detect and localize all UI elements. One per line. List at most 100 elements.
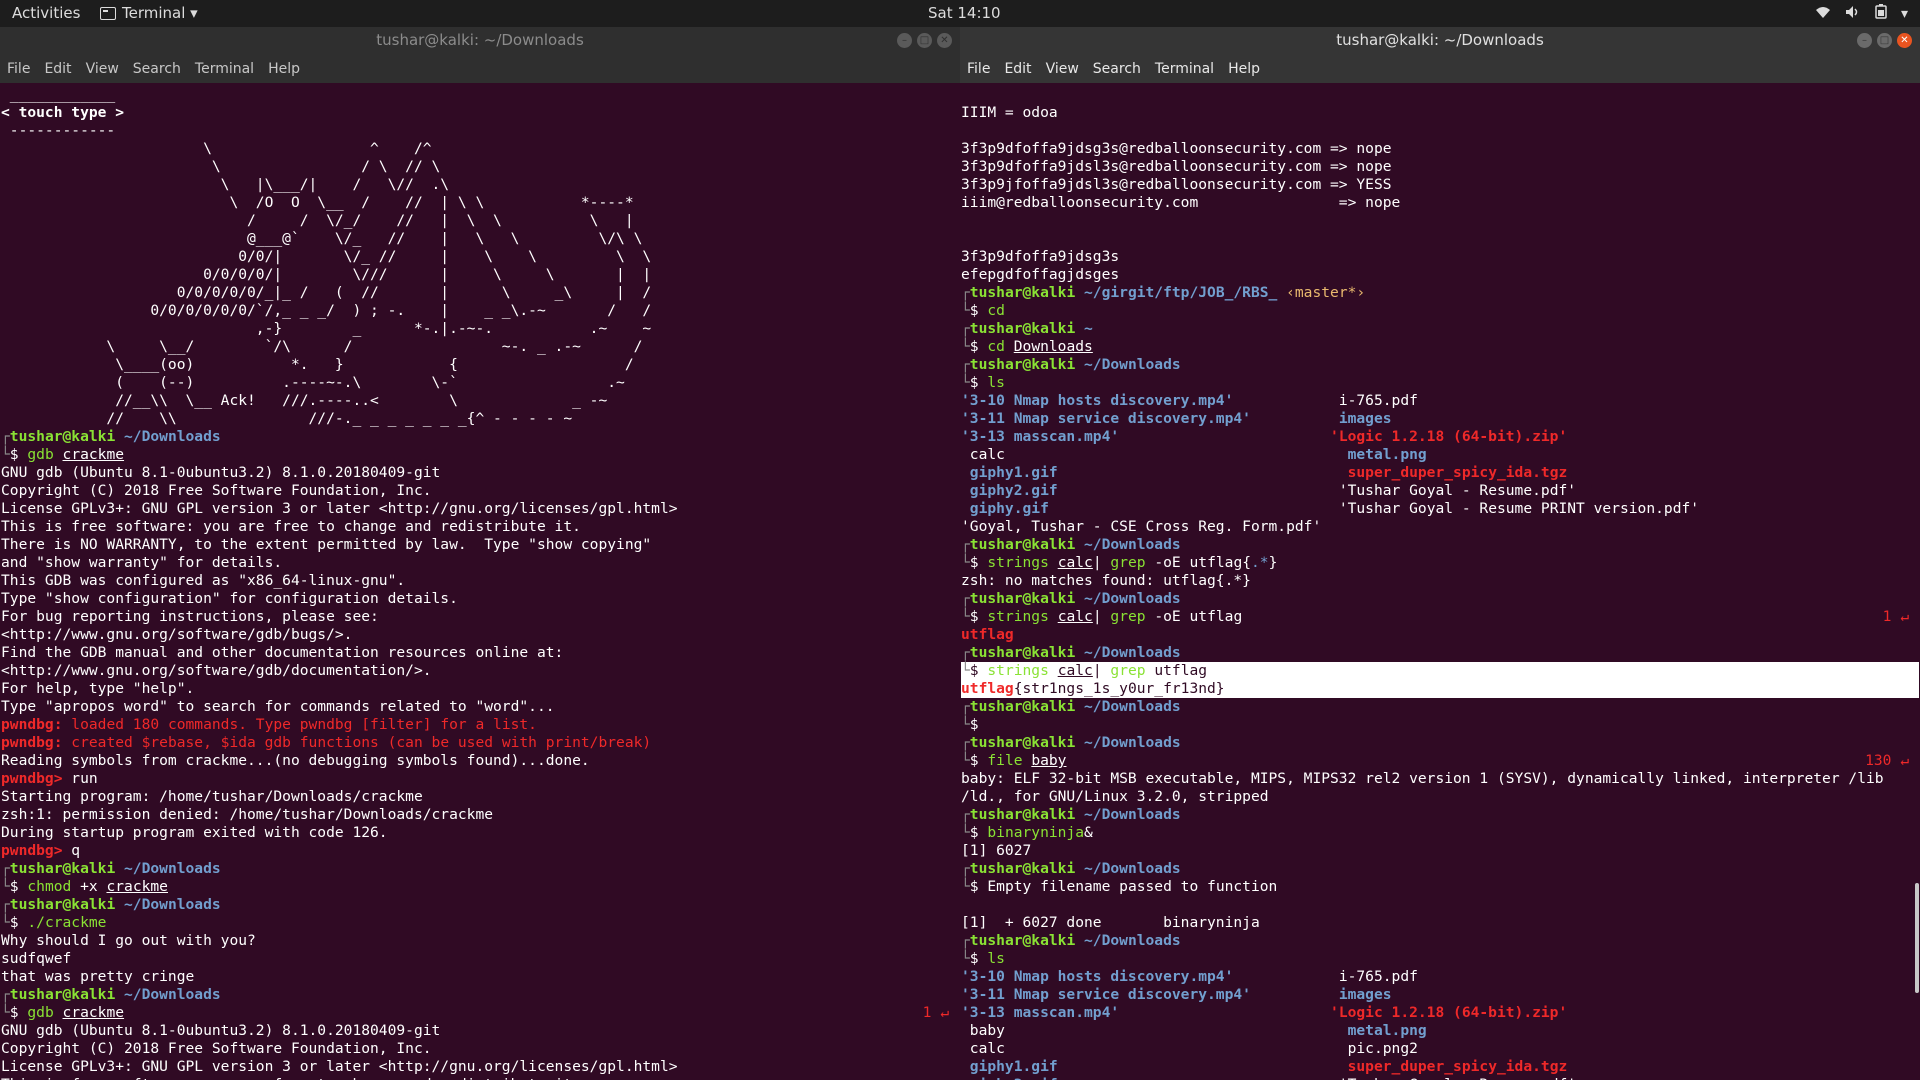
terminal-text: ( (--) .----~-.\ \-` .~ — [1, 374, 625, 391]
battery-icon[interactable] — [1875, 4, 1887, 23]
terminal-text: strings — [987, 608, 1049, 625]
terminal-line: └$ cd — [961, 302, 1919, 320]
menu-search[interactable]: Search — [132, 59, 182, 79]
terminal-text: giphy2.gif — [961, 482, 1058, 499]
system-menu-chevron-down-icon[interactable]: ▾ — [1901, 6, 1908, 22]
terminal-text: 0/0/0/0/0/_|_ / ( // | \ _\ | / — [1, 284, 652, 301]
terminal-line: For help, type "help". — [1, 680, 959, 698]
terminal-output[interactable]: ____________ < touch type > ------------ … — [0, 83, 960, 1080]
terminal-text: 0/0/0/0/0/0/`/,_ _ _/ ) ; -. | _ _\.-~ /… — [1, 302, 652, 319]
terminal-text: ~/Downloads — [115, 986, 221, 1003]
terminal-window-right[interactable]: tushar@kalki: ~/Downloads – □ ✕ File Edi… — [960, 27, 1920, 1080]
terminal-text: $ — [969, 716, 988, 733]
terminal-window-left[interactable]: tushar@kalki: ~/Downloads – □ ✕ File Edi… — [0, 27, 960, 1080]
terminal-text: GNU gdb (Ubuntu 8.1-0ubuntu3.2) 8.1.0.20… — [1, 1022, 441, 1039]
terminal-line: ┌tushar@kalki ~ — [961, 320, 1919, 338]
terminal-text: utflag — [961, 680, 1014, 697]
terminal-line: GNU gdb (Ubuntu 8.1-0ubuntu3.2) 8.1.0.20… — [1, 464, 959, 482]
terminal-text: 'Tushar Goyal - Resume.pdf' — [1338, 482, 1577, 499]
terminal-text: <http://www.gnu.org/software/gdb/documen… — [1, 662, 432, 679]
terminal-text: '3-13 masscan.mp4' — [961, 428, 1120, 445]
menu-edit[interactable]: Edit — [1003, 59, 1032, 79]
menu-edit[interactable]: Edit — [43, 59, 72, 79]
titlebar[interactable]: tushar@kalki: ~/Downloads – □ ✕ — [0, 27, 960, 54]
minimize-icon[interactable]: – — [1857, 33, 1872, 48]
app-menu-terminal[interactable]: Terminal ▾ — [100, 4, 198, 22]
terminal-text: 3f3p9dfoffa9jdsg3s — [961, 248, 1120, 265]
menu-file[interactable]: File — [966, 59, 991, 79]
scrollbar-thumb[interactable] — [1915, 883, 1919, 993]
terminal-text: ┌ — [961, 284, 970, 301]
terminal-text: $ — [9, 1004, 28, 1021]
terminal-line: '3-10 Nmap hosts discovery.mp4' i-765.pd… — [961, 392, 1919, 410]
terminal-text: ┌ — [961, 356, 970, 373]
menu-help[interactable]: Help — [267, 59, 301, 79]
terminal-text: grep — [1110, 662, 1146, 679]
terminal-text: i-765.pdf — [1338, 392, 1418, 409]
terminal-line: baby: ELF 32-bit MSB executable, MIPS, M… — [961, 770, 1919, 788]
terminal-line: giphy2.gif 'Tushar Goyal - Resume.pdf' — [961, 482, 1919, 500]
titlebar[interactable]: tushar@kalki: ~/Downloads – □ ✕ — [960, 27, 1920, 54]
terminal-text: For help, type "help". — [1, 680, 195, 697]
terminal-line: pwndbg> run — [1, 770, 959, 788]
terminal-line: baby metal.png — [961, 1022, 1919, 1040]
close-icon[interactable]: ✕ — [1897, 33, 1912, 48]
terminal-text: ~/Downloads — [115, 896, 221, 913]
terminal-text: $ — [9, 878, 28, 895]
terminal-line: ┌tushar@kalki ~/Downloads — [1, 986, 959, 1004]
terminal-text: [1] 6027 — [961, 842, 1032, 859]
terminal-line: 3f3p9jfoffa9jdsl3s@redballoonsecurity.co… — [961, 176, 1919, 194]
scrollbar[interactable] — [1912, 83, 1920, 1080]
maximize-icon[interactable]: □ — [917, 33, 932, 48]
menu-view[interactable]: View — [85, 59, 120, 79]
terminal-text: ┌ — [961, 536, 970, 553]
volume-icon[interactable] — [1845, 5, 1861, 23]
terminal-text: [1] + 6027 done binaryninja — [961, 914, 1260, 931]
clock[interactable]: Sat 14:10 — [928, 4, 1001, 22]
terminal-text: \____(oo) *. } { / — [1, 356, 634, 373]
terminal-text: ┌ — [961, 320, 970, 337]
system-tray[interactable]: ▾ — [1815, 4, 1908, 23]
menubar: File Edit View Search Terminal Help — [960, 54, 1920, 83]
menu-help[interactable]: Help — [1227, 59, 1261, 79]
terminal-text: └ — [961, 752, 970, 769]
menu-terminal[interactable]: Terminal — [1154, 59, 1215, 79]
terminal-text: License GPLv3+: GNU GPL version 3 or lat… — [1, 1058, 678, 1075]
terminal-text: $ — [969, 554, 988, 571]
terminal-text: giphy1.gif — [961, 1058, 1058, 1075]
terminal-text: super_duper_spicy_ida.tgz — [1347, 464, 1568, 481]
terminal-text: calc — [1057, 662, 1093, 679]
terminal-text: tushar@kalki — [9, 986, 116, 1003]
activities-button[interactable]: Activities — [12, 4, 80, 22]
maximize-icon[interactable]: □ — [1877, 33, 1892, 48]
terminal-text: tushar@kalki — [969, 734, 1076, 751]
terminal-text: ~/Downloads — [1075, 590, 1181, 607]
terminal-output[interactable]: IIIM = odoa 3f3p9dfoffa9jdsg3s@redballoon… — [960, 83, 1920, 1080]
terminal-text: During startup program exited with code … — [1, 824, 388, 841]
menu-search[interactable]: Search — [1092, 59, 1142, 79]
menu-terminal[interactable]: Terminal — [194, 59, 255, 79]
terminal-text: zsh: no matches found: utflag{.*} — [961, 572, 1251, 589]
terminal-text: $ — [9, 914, 28, 931]
terminal-line: pwndbg: created $rebase, $ida gdb functi… — [1, 734, 959, 752]
terminal-line: ,-} _ *-.|.-~-. .~ ~ — [1, 320, 959, 338]
terminal-text: calc — [1057, 608, 1093, 625]
terminal-text: \ \__/ `/\ / ~-. _ .-~ / — [1, 338, 643, 355]
terminal-line: This is free software: you are free to c… — [1, 518, 959, 536]
close-icon[interactable]: ✕ — [937, 33, 952, 48]
menu-file[interactable]: File — [6, 59, 31, 79]
terminal-text: tushar@kalki — [969, 590, 1076, 607]
terminal-text: '3-13 masscan.mp4' — [961, 1004, 1120, 1021]
terminal-text: IIIM = odoa — [961, 104, 1058, 121]
terminal-text: zsh:1: permission denied: /home/tushar/D… — [1, 806, 494, 823]
terminal-line: giphy.gif 'Tushar Goyal - Resume PRINT v… — [961, 500, 1919, 518]
wifi-icon[interactable] — [1815, 5, 1831, 23]
terminal-text: / / \/_/ // | \ \ \ | — [1, 212, 634, 229]
minimize-icon[interactable]: – — [897, 33, 912, 48]
menu-view[interactable]: View — [1045, 59, 1080, 79]
terminal-text: GNU gdb (Ubuntu 8.1-0ubuntu3.2) 8.1.0.20… — [1, 464, 441, 481]
